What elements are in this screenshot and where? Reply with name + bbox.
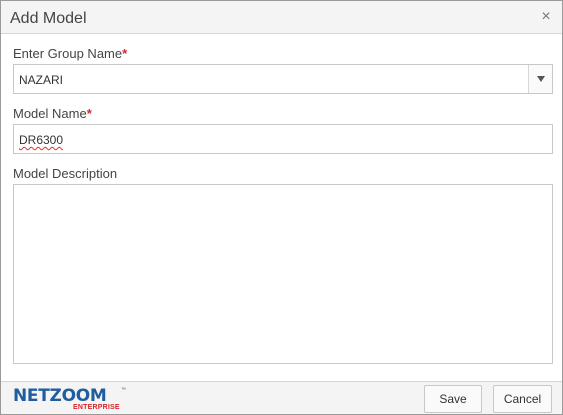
model-description-label-text: Model Description bbox=[13, 166, 118, 181]
save-button[interactable]: Save bbox=[424, 385, 482, 413]
dialog-footer: NETZOOM ™ ENTERPRISE Save Cancel bbox=[1, 381, 562, 414]
group-name-label-text: Enter Group Name bbox=[13, 46, 123, 61]
logo-trademark: ™ bbox=[121, 387, 126, 393]
close-icon[interactable]: × bbox=[539, 9, 553, 25]
model-description-textarea[interactable] bbox=[13, 184, 553, 364]
required-marker: * bbox=[86, 106, 92, 121]
model-name-value: DR6300 bbox=[19, 133, 64, 147]
model-name-label-text: Model Name bbox=[13, 106, 87, 121]
model-name-label: Model Name* bbox=[13, 106, 92, 121]
add-model-dialog: Add Model × Enter Group Name* NAZARI Mod… bbox=[0, 0, 563, 415]
netzoom-logo: NETZOOM ™ ENTERPRISE bbox=[13, 386, 126, 414]
select-arrow-button[interactable] bbox=[528, 65, 552, 93]
cancel-button[interactable]: Cancel bbox=[493, 385, 552, 413]
caret-down-icon bbox=[537, 76, 545, 82]
group-name-value: NAZARI bbox=[19, 73, 64, 87]
logo-sub-text: ENTERPRISE bbox=[73, 404, 120, 411]
dialog-title: Add Model bbox=[10, 10, 87, 27]
group-name-select[interactable]: NAZARI bbox=[13, 64, 553, 94]
model-description-label: Model Description bbox=[13, 166, 117, 181]
logo-main-text: NETZOOM bbox=[13, 386, 107, 406]
required-marker: * bbox=[122, 46, 128, 61]
model-name-input[interactable]: DR6300 bbox=[13, 124, 553, 154]
group-name-label: Enter Group Name* bbox=[13, 46, 127, 61]
dialog-header: Add Model × bbox=[1, 1, 562, 34]
